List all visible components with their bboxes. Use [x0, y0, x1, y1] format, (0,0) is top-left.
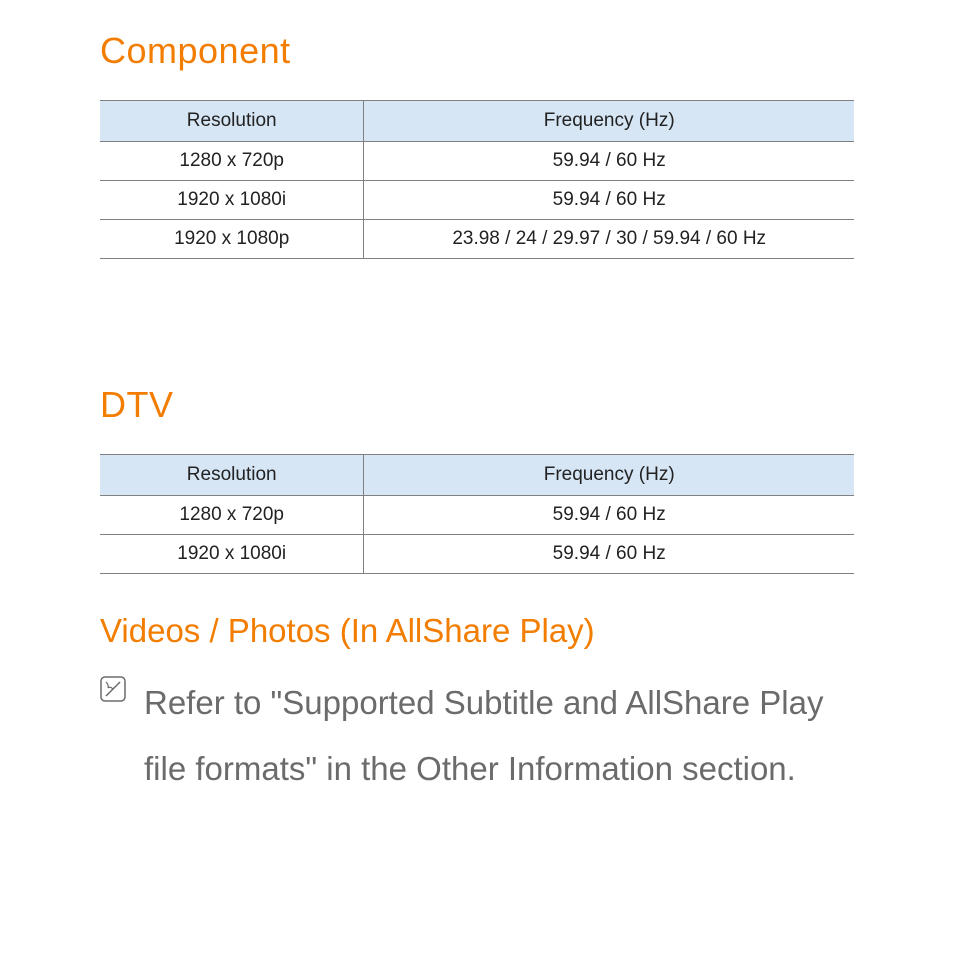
cell-frequency: 59.94 / 60 Hz [364, 142, 854, 181]
table-row: 1280 x 720p 59.94 / 60 Hz [100, 496, 854, 535]
table-row: 1920 x 1080i 59.94 / 60 Hz [100, 181, 854, 220]
cell-resolution: 1920 x 1080i [100, 181, 364, 220]
cell-frequency: 59.94 / 60 Hz [364, 496, 854, 535]
table-row: 1280 x 720p 59.94 / 60 Hz [100, 142, 854, 181]
cell-frequency: 59.94 / 60 Hz [364, 181, 854, 220]
component-th-resolution: Resolution [100, 101, 364, 142]
component-heading: Component [100, 30, 854, 72]
component-table: Resolution Frequency (Hz) 1280 x 720p 59… [100, 100, 854, 259]
table-row: 1920 x 1080i 59.94 / 60 Hz [100, 535, 854, 574]
cell-frequency: 59.94 / 60 Hz [364, 535, 854, 574]
component-th-frequency: Frequency (Hz) [364, 101, 854, 142]
dtv-th-resolution: Resolution [100, 455, 364, 496]
table-row: 1920 x 1080p 23.98 / 24 / 29.97 / 30 / 5… [100, 220, 854, 259]
cell-resolution: 1280 x 720p [100, 142, 364, 181]
dtv-th-frequency: Frequency (Hz) [364, 455, 854, 496]
cell-resolution: 1920 x 1080i [100, 535, 364, 574]
note-text: Refer to "Supported Subtitle and AllShar… [144, 670, 834, 802]
cell-frequency: 23.98 / 24 / 29.97 / 30 / 59.94 / 60 Hz [364, 220, 854, 259]
dtv-heading: DTV [100, 384, 854, 426]
note-block: Refer to "Supported Subtitle and AllShar… [100, 670, 854, 802]
cell-resolution: 1280 x 720p [100, 496, 364, 535]
cell-resolution: 1920 x 1080p [100, 220, 364, 259]
dtv-table: Resolution Frequency (Hz) 1280 x 720p 59… [100, 454, 854, 574]
videos-photos-heading: Videos / Photos (In AllShare Play) [100, 612, 854, 650]
note-icon [100, 676, 126, 707]
